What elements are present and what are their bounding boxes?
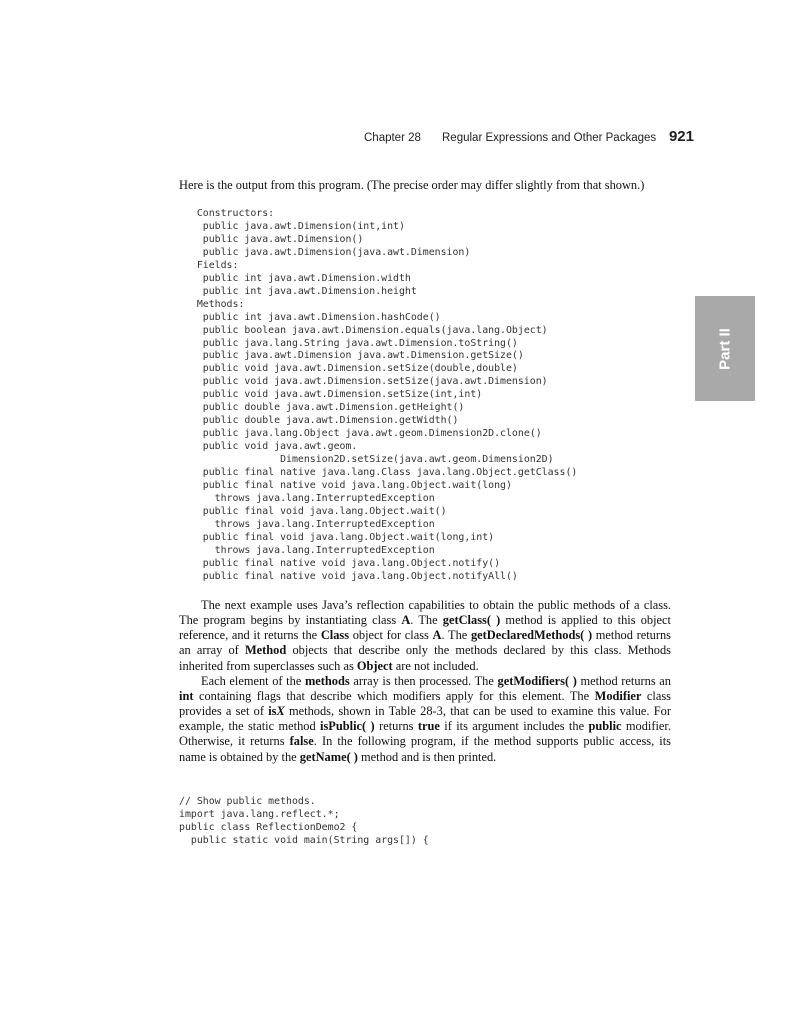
output-line: public final native void java.lang.Objec… [179,557,501,569]
text-run: method and is then printed. [357,749,497,764]
bold-term: getModifiers( ) [497,673,577,688]
text-run: method returns an [576,673,671,688]
chapter-title: Regular Expressions and Other Packages [442,132,657,144]
output-line: Methods: [179,298,245,310]
output-line: public void java.awt.geom. [179,441,358,453]
page-number: 921 [668,128,694,145]
text-run: array is then processed. The [349,673,498,688]
bold-term: getDeclaredMethods( ) [470,628,593,643]
output-line: public final native void java.lang.Objec… [179,480,512,492]
body-text: The next example uses Java’s reflection … [179,598,671,765]
output-line: public void java.awt.Dimension.setSize(i… [179,389,483,401]
chapter-label: Chapter 28 [364,132,421,144]
output-line: Constructors: [179,208,275,219]
output-line: public final void java.lang.Object.wait(… [179,531,495,543]
body-paragraph: The next example uses Java’s reflection … [179,598,671,674]
output-line: public int java.awt.Dimension.width [179,272,411,284]
output-line: public java.awt.Dimension java.awt.Dimen… [179,350,524,362]
output-line: public java.lang.Object java.awt.geom.Di… [179,428,542,440]
bold-term: methods [304,673,350,688]
bold-term: Method [244,643,287,658]
output-line: public int java.awt.Dimension.hashCode() [179,311,441,323]
output-line: public java.awt.Dimension(int,int) [179,220,405,232]
text-run: returns [374,719,418,734]
code-listing: // Show public methods. import java.lang.… [179,796,429,848]
bold-term: getClass( ) [442,613,501,628]
bold-term: isPublic( ) [320,719,375,734]
bold-term: false [289,734,314,749]
text-run: object for class [349,628,433,643]
output-line: throws java.lang.InterruptedException [179,492,435,504]
bold-term: is [268,704,277,719]
text-run: . The [410,613,443,628]
text-run: if its argument includes the [439,719,589,734]
output-line: public final void java.lang.Object.wait(… [179,505,447,517]
output-line: public final native void java.lang.Objec… [179,570,518,582]
output-line: public double java.awt.Dimension.getWidt… [179,415,459,427]
program-output-block: Constructors: public java.awt.Dimension(… [179,208,578,584]
part-tab-label: Part II [716,327,734,370]
code-line: // Show public methods. [179,796,316,807]
bold-term: public [588,719,622,734]
bold-term: A [401,613,411,628]
part-tab: Part II [695,296,755,401]
bold-term: getName( ) [299,749,358,764]
output-line: public java.awt.Dimension() [179,233,364,245]
intro-sentence: Here is the output from this program. (T… [179,178,645,192]
emphasized-term: X [276,704,285,719]
text-run: are not included. [392,658,479,673]
bold-term: Object [356,658,393,673]
text-run: Each element of the [201,673,305,688]
output-line: public final native java.lang.Class java… [179,467,578,479]
output-line: public java.lang.String java.awt.Dimensi… [179,337,518,349]
bold-term: A [432,628,442,643]
output-line: throws java.lang.InterruptedException [179,518,435,530]
code-line: public static void main(String args[]) { [179,834,429,846]
bold-term: Modifier [594,688,642,703]
bold-term: int [179,688,194,703]
output-line: throws java.lang.InterruptedException [179,544,435,556]
bold-term: true [417,719,440,734]
output-line: public void java.awt.Dimension.setSize(j… [179,376,548,388]
code-line: import java.lang.reflect.*; [179,808,340,820]
bold-term: Class [320,628,350,643]
text-run: . The [441,628,471,643]
text-run: containing flags that describe which mod… [193,688,595,703]
output-line: public boolean java.awt.Dimension.equals… [179,324,548,336]
output-line: public void java.awt.Dimension.setSize(d… [179,363,518,375]
output-line: public int java.awt.Dimension.height [179,285,417,297]
output-line: public double java.awt.Dimension.getHeig… [179,402,465,414]
output-line: public java.awt.Dimension(java.awt.Dimen… [179,246,471,258]
code-line: public class ReflectionDemo2 { [179,821,358,833]
output-line: Dimension2D.setSize(java.awt.geom.Dimens… [179,454,554,466]
output-line: Fields: [179,259,239,271]
body-paragraph: Each element of the methods array is the… [179,674,671,765]
running-header: Chapter 28 Regular Expressions and Other… [364,128,694,148]
